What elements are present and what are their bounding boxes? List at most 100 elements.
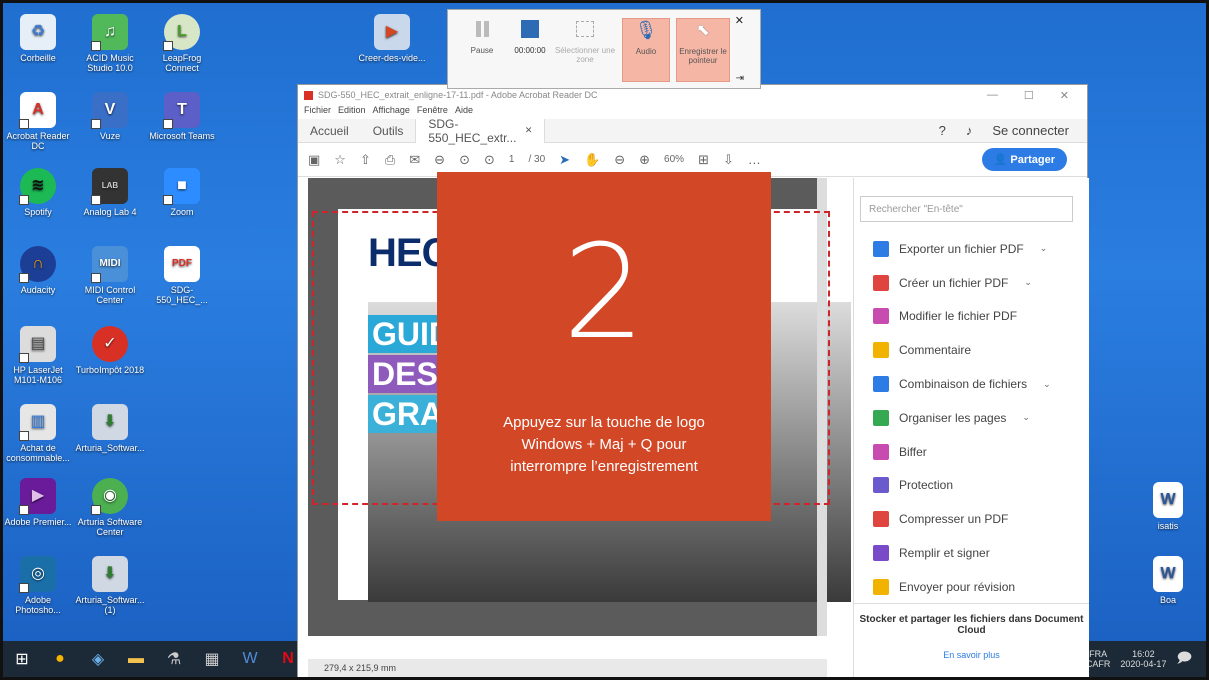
bookmark-star-icon[interactable]: ☆	[334, 152, 346, 168]
save-icon[interactable]: ▣	[308, 152, 320, 168]
email-icon[interactable]: ✉	[409, 152, 420, 168]
tab-close-icon[interactable]: ✕	[525, 125, 533, 136]
desktop-icon-audacity[interactable]: ∩ Audacity	[2, 246, 74, 295]
zoom-camera-icon: ■	[163, 168, 200, 205]
desktop-icon-acid-music[interactable]: ♫ ACID Music Studio 10.0	[74, 14, 146, 73]
bell-icon[interactable]: ♪	[966, 123, 973, 138]
tools-pane: Rechercher "En-tête" Exporter un fichier…	[853, 178, 1089, 678]
close-icon[interactable]: ✕	[735, 14, 744, 27]
clock[interactable]: 16:02 2020-04-17	[1120, 649, 1166, 669]
tool-item[interactable]: Compresser un PDF	[854, 502, 1089, 536]
desktop-icon-zoom[interactable]: ■ Zoom	[146, 168, 218, 217]
zoom-out-icon[interactable]: ⊖	[614, 152, 625, 168]
desktop-icon-arturia-center[interactable]: ◉ Arturia Software Center	[74, 478, 146, 537]
desktop-icon-sdg-pdf[interactable]: PDF SDG-550_HEC_...	[146, 246, 218, 305]
taskbar-explorer[interactable]: ▬	[117, 641, 155, 677]
record-pointer-toggle[interactable]: ⬉ Enregistrer le pointeur	[676, 18, 730, 82]
search-zoom-icon[interactable]: ⊖	[434, 152, 445, 168]
desktop-icon-analog-lab[interactable]: LAB Analog Lab 4	[74, 168, 146, 217]
notifications-icon[interactable]: 🗩	[1176, 647, 1192, 671]
desktop-icon-vuze[interactable]: V Vuze	[74, 92, 146, 141]
desktop-icon-teams[interactable]: T Microsoft Teams	[146, 92, 218, 141]
tool-icon	[873, 376, 889, 393]
desktop-icon-midi-control[interactable]: MIDI MIDI Control Center	[74, 246, 146, 305]
pin-icon[interactable]: ⇥	[736, 73, 744, 84]
taskbar-calculator[interactable]: ▦	[193, 641, 231, 677]
select-zone-button[interactable]: Sélectionner une zone	[554, 18, 616, 82]
tool-label: Combinaison de fichiers	[899, 377, 1028, 392]
sign-in-link[interactable]: Se connecter	[992, 123, 1069, 138]
page-number-input[interactable]: 1	[509, 154, 515, 165]
desktop-icon-achat-consommable[interactable]: ▥ Achat de consommable...	[2, 404, 74, 463]
close-window-icon[interactable]: ✕	[1060, 89, 1069, 102]
menu-fichier[interactable]: Fichier	[304, 105, 331, 119]
tool-item[interactable]: Commentaire	[854, 333, 1089, 367]
tool-item[interactable]: Combinaison de fichiers ⌄	[854, 367, 1089, 401]
fit-page-icon[interactable]: ⊞	[698, 152, 709, 168]
menu-affichage[interactable]: Affichage	[373, 105, 410, 119]
chevron-down-icon[interactable]: ⌄	[1022, 412, 1030, 423]
maximize-icon[interactable]: ☐	[1024, 89, 1034, 102]
taskbar-app[interactable]: ◈	[79, 641, 117, 677]
select-cursor-icon[interactable]: ➤	[559, 152, 570, 168]
desktop-icon-creer-videos[interactable]: ▶ Creer-des-vide...	[356, 14, 428, 63]
desktop-icon-recycle-bin[interactable]: ♻ Corbeille	[2, 14, 74, 63]
learn-more-link[interactable]: En savoir plus	[854, 650, 1089, 660]
audio-label: Audio	[635, 47, 657, 56]
taskbar-chrome[interactable]: ●	[41, 641, 79, 677]
hand-tool-icon[interactable]: ✋	[584, 152, 600, 168]
tool-item[interactable]: Protection	[854, 469, 1089, 503]
tool-item[interactable]: Envoyer pour révision	[854, 570, 1089, 604]
scroll-mode-icon[interactable]: ⇩	[723, 152, 734, 168]
start-button[interactable]: ⊞	[3, 641, 41, 677]
select-zone-label: Sélectionner une zone	[554, 46, 616, 64]
desktop-icon-hp-laserjet[interactable]: ▤ HP LaserJet M101-M106	[2, 326, 74, 385]
language-indicator[interactable]: FRA CAFR	[1086, 649, 1111, 669]
pause-button[interactable]: Pause	[458, 18, 506, 82]
zoom-in-icon[interactable]: ⊕	[639, 152, 650, 168]
desktop-icon-photoshop[interactable]: ◎ Adobe Photosho...	[2, 556, 74, 615]
minimize-icon[interactable]: —	[987, 89, 998, 102]
tab-tools[interactable]: Outils	[361, 119, 416, 143]
desktop-icon-label: Audacity	[20, 285, 56, 295]
desktop-icon-label: isatis	[1157, 521, 1179, 531]
pause-label: Pause	[470, 46, 494, 55]
tools-list: Exporter un fichier PDF ⌄ Créer un fichier…	[854, 232, 1089, 604]
tool-item[interactable]: Modifier le fichier PDF	[854, 300, 1089, 334]
desktop-icon-arturia-softwar-1[interactable]: ⬇ Arturia_Softwar... (1)	[74, 556, 146, 615]
taskbar-word[interactable]: W	[231, 641, 269, 677]
print-icon[interactable]: ⎙	[385, 152, 395, 168]
more-options-icon[interactable]: …	[748, 152, 761, 167]
prev-page-icon[interactable]: ⊙	[459, 152, 470, 168]
taskbar-app-2[interactable]: ⚗	[155, 641, 193, 677]
acrobat-icon: A	[19, 92, 56, 129]
desktop-icon-isatis[interactable]: W isatis	[1132, 482, 1204, 531]
upload-icon[interactable]: ⇧	[360, 152, 371, 168]
tab-document[interactable]: SDG-550_HEC_extr... ✕	[415, 117, 546, 145]
desktop-icon-spotify[interactable]: ≋ Spotify	[2, 168, 74, 217]
share-button[interactable]: 👤 Partager	[981, 148, 1067, 171]
audio-toggle[interactable]: 🎙 Audio	[622, 18, 670, 82]
desktop-icon-acrobat[interactable]: A Acrobat Reader DC	[2, 92, 74, 151]
next-page-icon[interactable]: ⊙	[484, 152, 495, 168]
desktop-icon-boa[interactable]: W Boa	[1132, 556, 1204, 605]
desktop-icon-arturia-softwar[interactable]: ⬇ Arturia_Softwar...	[74, 404, 146, 453]
chevron-down-icon[interactable]: ⌄	[1043, 379, 1051, 390]
tools-search-input[interactable]: Rechercher "En-tête"	[860, 196, 1073, 222]
tool-item[interactable]: Organiser les pages ⌄	[854, 401, 1089, 435]
help-icon[interactable]: ?	[939, 123, 946, 138]
tool-item[interactable]: Remplir et signer	[854, 536, 1089, 570]
menu-edition[interactable]: Edition	[338, 105, 366, 119]
tool-item[interactable]: Créer un fichier PDF ⌄	[854, 266, 1089, 300]
tool-icon	[873, 511, 889, 528]
desktop-icon-turboimpot[interactable]: ✓ TurboImpôt 2018	[74, 326, 146, 375]
stop-button[interactable]: 00:00:00	[506, 18, 554, 82]
tab-home[interactable]: Accueil	[298, 119, 361, 143]
chevron-down-icon[interactable]: ⌄	[1040, 243, 1048, 254]
chevron-down-icon[interactable]: ⌄	[1024, 277, 1032, 288]
desktop-icon-premiere[interactable]: ▶ Adobe Premier...	[2, 478, 74, 527]
tool-item[interactable]: Biffer	[854, 435, 1089, 469]
desktop-icon-leapfrog[interactable]: L LeapFrog Connect	[146, 14, 218, 73]
zoom-select[interactable]: 60%	[664, 154, 684, 165]
tool-item[interactable]: Exporter un fichier PDF ⌄	[854, 232, 1089, 266]
